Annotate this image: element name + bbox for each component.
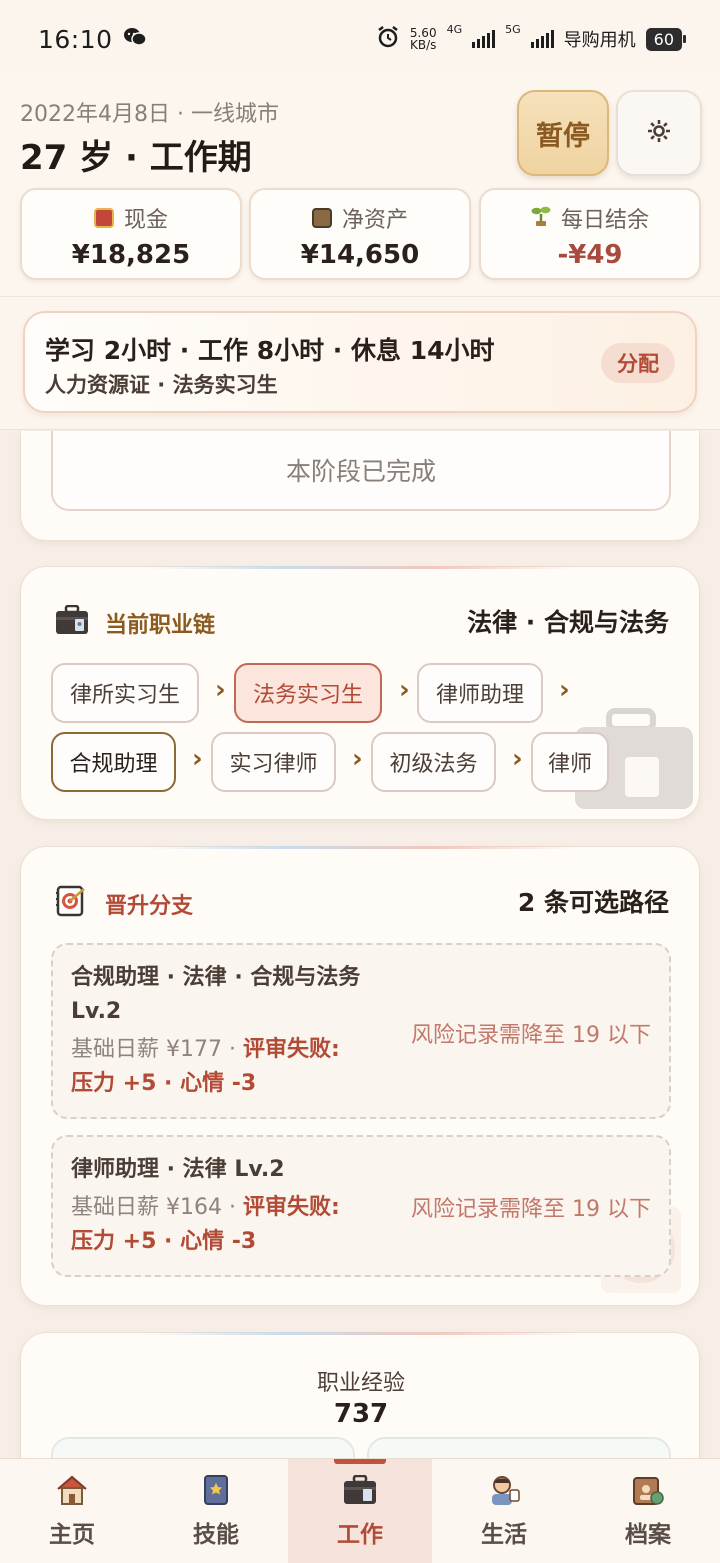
career-node[interactable]: 律师助理 (417, 663, 543, 723)
stage-completed-button[interactable]: 本阶段已完成 (51, 431, 671, 511)
house-icon (55, 1473, 89, 1507)
time-split: 学习 2小时 · 工作 8小时 · 休息 14小时 (45, 336, 495, 365)
time-allocation-card[interactable]: 学习 2小时 · 工作 8小时 · 休息 14小时 人力资源证 · 法务实习生 … (23, 311, 697, 413)
net-assets-card: 净资产 ¥14,650 (249, 188, 471, 280)
nav-label: 档案 (625, 1522, 671, 1548)
branch-requirement: 风险记录需降至 19 以下 (411, 1197, 651, 1222)
experience-label: 职业经验 (316, 1371, 405, 1396)
nav-label: 技能 (193, 1522, 239, 1548)
briefcase-icon (343, 1473, 377, 1507)
promotion-title: 晋升分支 (105, 894, 194, 919)
net-speed: 5.60 KB/s (409, 26, 437, 52)
net-assets-label: 净资产 (341, 208, 408, 233)
path-count: 2 条可选路径 (517, 888, 669, 917)
alarm-icon (376, 25, 400, 54)
career-field: 法律 · 合规与法务 (467, 608, 669, 637)
card-accent-line (141, 1332, 579, 1335)
folder-icon (631, 1473, 665, 1507)
chevron-right-icon: › (192, 744, 203, 774)
career-chain-card: 当前职业链 法律 · 合规与法务 律所实习生 › 法务实习生 › 律师助理 › … (20, 566, 700, 820)
card-accent-line (141, 846, 579, 849)
battery-icon: 60 (645, 27, 687, 51)
branch-level: Lv.2 (71, 999, 122, 1024)
chevron-right-icon: › (215, 675, 226, 705)
career-node[interactable]: 初级法务 (371, 732, 496, 792)
wallet-icon (93, 208, 114, 228)
nav-records[interactable]: 档案 (576, 1459, 720, 1563)
promotion-branch[interactable]: 合规助理 · 法律 · 合规与法务 Lv.2 基础日薪 ¥177 · 评审失败:… (51, 943, 671, 1119)
nav-work[interactable]: 工作 (288, 1459, 432, 1563)
cash-card: 现金 ¥18,825 (20, 188, 242, 280)
career-chain-title: 当前职业链 (105, 613, 216, 638)
target-notebook-icon (55, 885, 89, 923)
status-bar: 16:10 5.60 KB/s 4G 5G 导购用机 60 (0, 0, 720, 78)
bottom-nav: 主页 技能 工作 生活 档案 (0, 1458, 720, 1563)
chevron-right-icon: › (352, 744, 363, 774)
career-node[interactable]: 律所实习生 (51, 663, 199, 723)
nav-label: 生活 (481, 1522, 527, 1548)
allocate-button[interactable]: 分配 (601, 343, 675, 383)
branch-fail-penalty: 压力 +5 · 心情 -3 (71, 1229, 257, 1254)
status-time: 16:10 (38, 24, 113, 54)
career-node-current[interactable]: 法务实习生 (234, 663, 382, 723)
game-header: 2022年4月8日 · 一线城市 27 岁 · 工作期 暂停 现金 ¥18,82… (0, 78, 720, 296)
branch-fail-penalty: 压力 +5 · 心情 -3 (71, 1071, 257, 1096)
card-accent-line (141, 566, 579, 569)
branch-title: 律师助理 · 法律 Lv.2 (71, 1157, 285, 1182)
experience-value: 737 (333, 1399, 389, 1429)
wechat-icon (123, 26, 147, 53)
branch-salary-line: 基础日薪 ¥164 · 评审失败: (71, 1195, 340, 1220)
cash-label: 现金 (123, 208, 168, 233)
date-location: 2022年4月8日 · 一线城市 (20, 102, 279, 127)
nav-life[interactable]: 生活 (432, 1459, 576, 1563)
building-icon (311, 208, 332, 228)
stage-card: 本阶段已完成 (20, 431, 700, 541)
person-icon (487, 1473, 521, 1507)
settings-button[interactable] (616, 90, 702, 176)
signal-icon (530, 30, 554, 48)
career-node-next[interactable]: 合规助理 (51, 732, 176, 792)
promotion-header: 晋升分支 (55, 885, 193, 923)
career-node[interactable]: 律师 (531, 732, 609, 792)
career-chain-header: 当前职业链 (55, 604, 216, 641)
daily-balance-card: 每日结余 -¥49 (479, 188, 701, 280)
daily-balance-label: 每日结余 (560, 208, 649, 233)
promotion-branch[interactable]: 律师助理 · 法律 Lv.2 基础日薪 ¥164 · 评审失败: 压力 +5 ·… (51, 1135, 671, 1277)
nav-label: 主页 (49, 1522, 95, 1548)
branch-requirement: 风险记录需降至 19 以下 (411, 1023, 651, 1048)
chevron-right-icon: › (512, 744, 523, 774)
chevron-right-icon: › (399, 675, 410, 705)
signal-icon (472, 30, 496, 48)
sprout-icon (531, 204, 551, 232)
net-5g-label: 5G (505, 22, 521, 36)
age-stage: 27 岁 · 工作期 (20, 138, 252, 178)
nav-label: 工作 (337, 1522, 383, 1548)
pause-button[interactable]: 暂停 (517, 90, 609, 176)
daily-balance-value: -¥49 (557, 240, 623, 270)
net-assets-value: ¥14,650 (300, 240, 420, 270)
book-icon (199, 1473, 233, 1507)
net-4g-label: 4G (446, 22, 463, 36)
promotion-card: 晋升分支 2 条可选路径 合规助理 · 法律 · 合规与法务 Lv.2 基础日薪… (20, 846, 700, 1306)
carrier-name: 导购用机 (563, 30, 636, 51)
cash-value: ¥18,825 (71, 240, 191, 270)
current-activities: 人力资源证 · 法务实习生 (45, 373, 278, 397)
branch-title: 合规助理 · 法律 · 合规与法务 (71, 965, 361, 990)
allocation-section: 学习 2小时 · 工作 8小时 · 休息 14小时 人力资源证 · 法务实习生 … (0, 296, 720, 430)
nav-skills[interactable]: 技能 (144, 1459, 288, 1563)
chevron-right-icon: › (559, 675, 570, 705)
branch-salary-line: 基础日薪 ¥177 · 评审失败: (71, 1037, 340, 1062)
career-node[interactable]: 实习律师 (211, 732, 336, 792)
gear-icon (645, 117, 673, 149)
briefcase-icon (55, 604, 89, 641)
nav-home[interactable]: 主页 (0, 1459, 144, 1563)
